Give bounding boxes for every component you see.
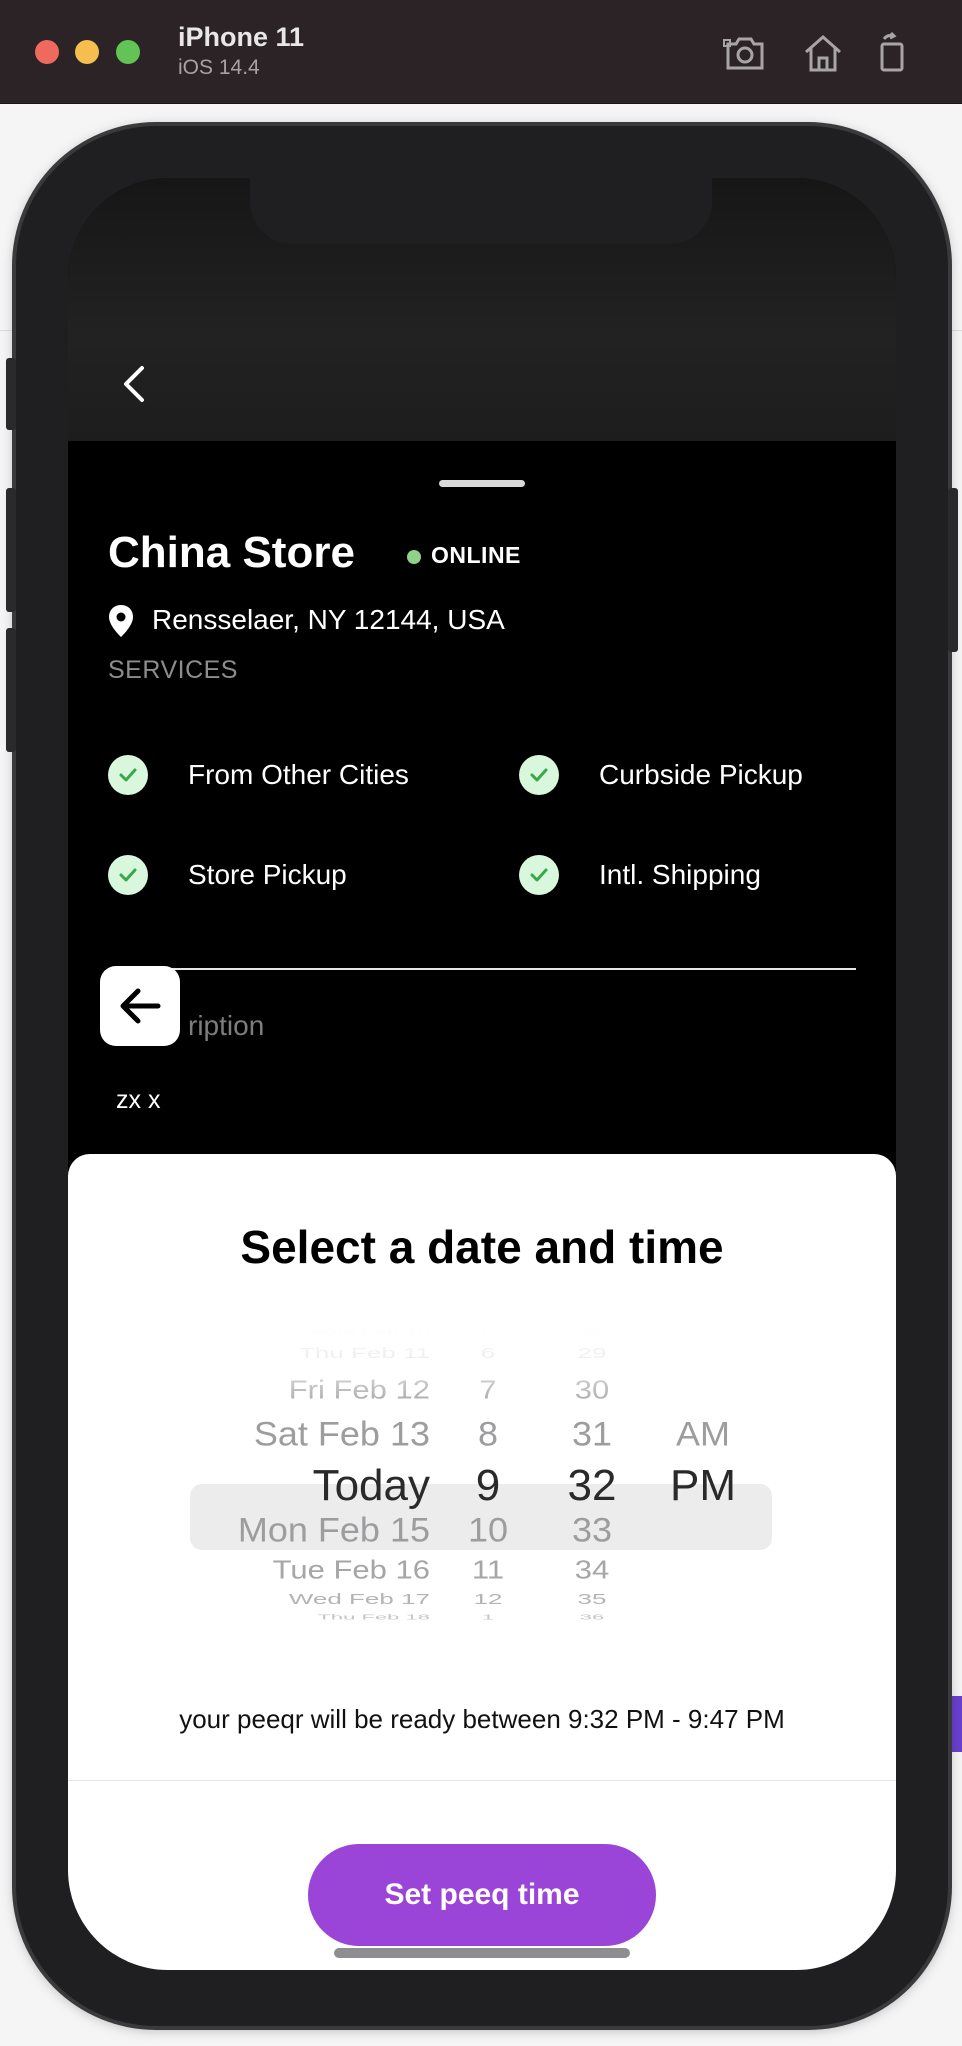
- sheet-divider: [68, 1780, 896, 1781]
- service-item: Curbside Pickup: [519, 754, 803, 796]
- back-arrow-button[interactable]: [100, 966, 180, 1046]
- picker-minute-option[interactable]: 34: [542, 1556, 642, 1582]
- picker-minute-option[interactable]: 36: [542, 1613, 642, 1621]
- background-accent: [948, 1696, 962, 1752]
- back-chevron-icon[interactable]: [116, 362, 156, 406]
- service-label: Curbside Pickup: [599, 759, 803, 790]
- minimize-window-button[interactable]: [75, 40, 99, 64]
- picker-hour-option[interactable]: 1: [448, 1613, 528, 1621]
- picker-day-option[interactable]: Wed Feb 10: [150, 1327, 430, 1335]
- picker-period-selected[interactable]: PM: [658, 1464, 748, 1508]
- service-item: Store Pickup: [108, 854, 347, 896]
- picker-day-option[interactable]: Thu Feb 11: [150, 1346, 430, 1360]
- picker-minute-option[interactable]: 35: [542, 1592, 642, 1606]
- notch: [250, 178, 712, 244]
- description-text: zx x: [116, 1086, 161, 1114]
- drag-handle[interactable]: [439, 480, 525, 487]
- mute-switch: [6, 358, 16, 430]
- home-indicator: [334, 1948, 630, 1958]
- picker-day-option[interactable]: Thu Feb 18: [150, 1613, 430, 1621]
- picker-day-option[interactable]: Wed Feb 17: [150, 1592, 430, 1606]
- picker-day-option[interactable]: Tue Feb 16: [150, 1556, 430, 1582]
- picker-hour-option[interactable]: 5: [448, 1327, 528, 1335]
- picker-day-option[interactable]: Mon Feb 15: [150, 1512, 430, 1547]
- rotate-icon[interactable]: [870, 30, 916, 76]
- picker-minute-selected[interactable]: 32: [542, 1464, 642, 1508]
- picker-minute-option[interactable]: 30: [542, 1376, 642, 1402]
- service-label: From Other Cities: [188, 759, 409, 790]
- picker-hour-selected[interactable]: 9: [448, 1464, 528, 1508]
- ready-window-note: your peeqr will be ready between 9:32 PM…: [179, 1704, 785, 1734]
- datetime-picker[interactable]: Wed Feb 10 5 28 Thu Feb 11 6 29 Fri Feb 12 7 30 S…: [68, 1326, 896, 1698]
- zoom-window-button[interactable]: [116, 40, 140, 64]
- service-item: Intl. Shipping: [519, 854, 761, 896]
- picker-hour-option[interactable]: 8: [448, 1416, 528, 1451]
- picker-minute-option[interactable]: 29: [542, 1346, 642, 1360]
- online-status-label: ONLINE: [431, 542, 521, 568]
- os-version: iOS 14.4: [178, 56, 260, 79]
- picker-minute-option[interactable]: 33: [542, 1512, 642, 1547]
- location-pin-icon: [108, 604, 134, 638]
- picker-hour-option[interactable]: 7: [448, 1376, 528, 1402]
- phone-screen: China Store ONLINE Rensselaer, NY 12144,…: [68, 178, 896, 1970]
- check-icon: [108, 855, 148, 895]
- picker-day-option[interactable]: Fri Feb 12: [150, 1376, 430, 1402]
- device-name: iPhone 11: [178, 22, 305, 52]
- screenshot-icon[interactable]: [722, 30, 768, 76]
- close-window-button[interactable]: [35, 40, 59, 64]
- services-heading: SERVICES: [108, 656, 238, 684]
- service-label: Store Pickup: [188, 859, 347, 890]
- service-item: From Other Cities: [108, 754, 409, 796]
- datetime-sheet: Select a date and time Wed Feb 10 5 28 Thu …: [68, 1154, 896, 1970]
- simulator-title-bar: iPhone 11 iOS 14.4: [0, 0, 962, 104]
- picker-day-selected[interactable]: Today: [150, 1464, 430, 1508]
- check-icon: [519, 755, 559, 795]
- picker-hour-option[interactable]: 11: [448, 1556, 528, 1582]
- picker-hour-option[interactable]: 10: [448, 1512, 528, 1547]
- check-icon: [519, 855, 559, 895]
- picker-fade-bottom: [68, 1618, 896, 1698]
- power-button: [948, 488, 958, 652]
- sheet-title: Select a date and time: [240, 1221, 724, 1273]
- description-heading: ription: [188, 1010, 265, 1041]
- section-divider: [108, 968, 856, 970]
- picker-day-option[interactable]: Sat Feb 13: [150, 1416, 430, 1451]
- home-icon[interactable]: [800, 30, 846, 76]
- picker-period-option[interactable]: AM: [658, 1416, 748, 1451]
- store-name: China Store: [108, 528, 355, 577]
- service-label: Intl. Shipping: [599, 859, 761, 890]
- picker-hour-option[interactable]: 6: [448, 1346, 528, 1360]
- arrow-left-icon: [120, 988, 161, 1024]
- picker-minute-option[interactable]: 31: [542, 1416, 642, 1451]
- store-address: Rensselaer, NY 12144, USA: [152, 604, 505, 635]
- check-icon: [108, 755, 148, 795]
- online-status-dot: [407, 550, 421, 564]
- picker-minute-option[interactable]: 28: [542, 1327, 642, 1335]
- volume-down-button: [6, 628, 16, 752]
- set-peeq-time-button[interactable]: Set peeq time: [308, 1844, 656, 1946]
- picker-hour-option[interactable]: 12: [448, 1592, 528, 1606]
- volume-up-button: [6, 488, 16, 612]
